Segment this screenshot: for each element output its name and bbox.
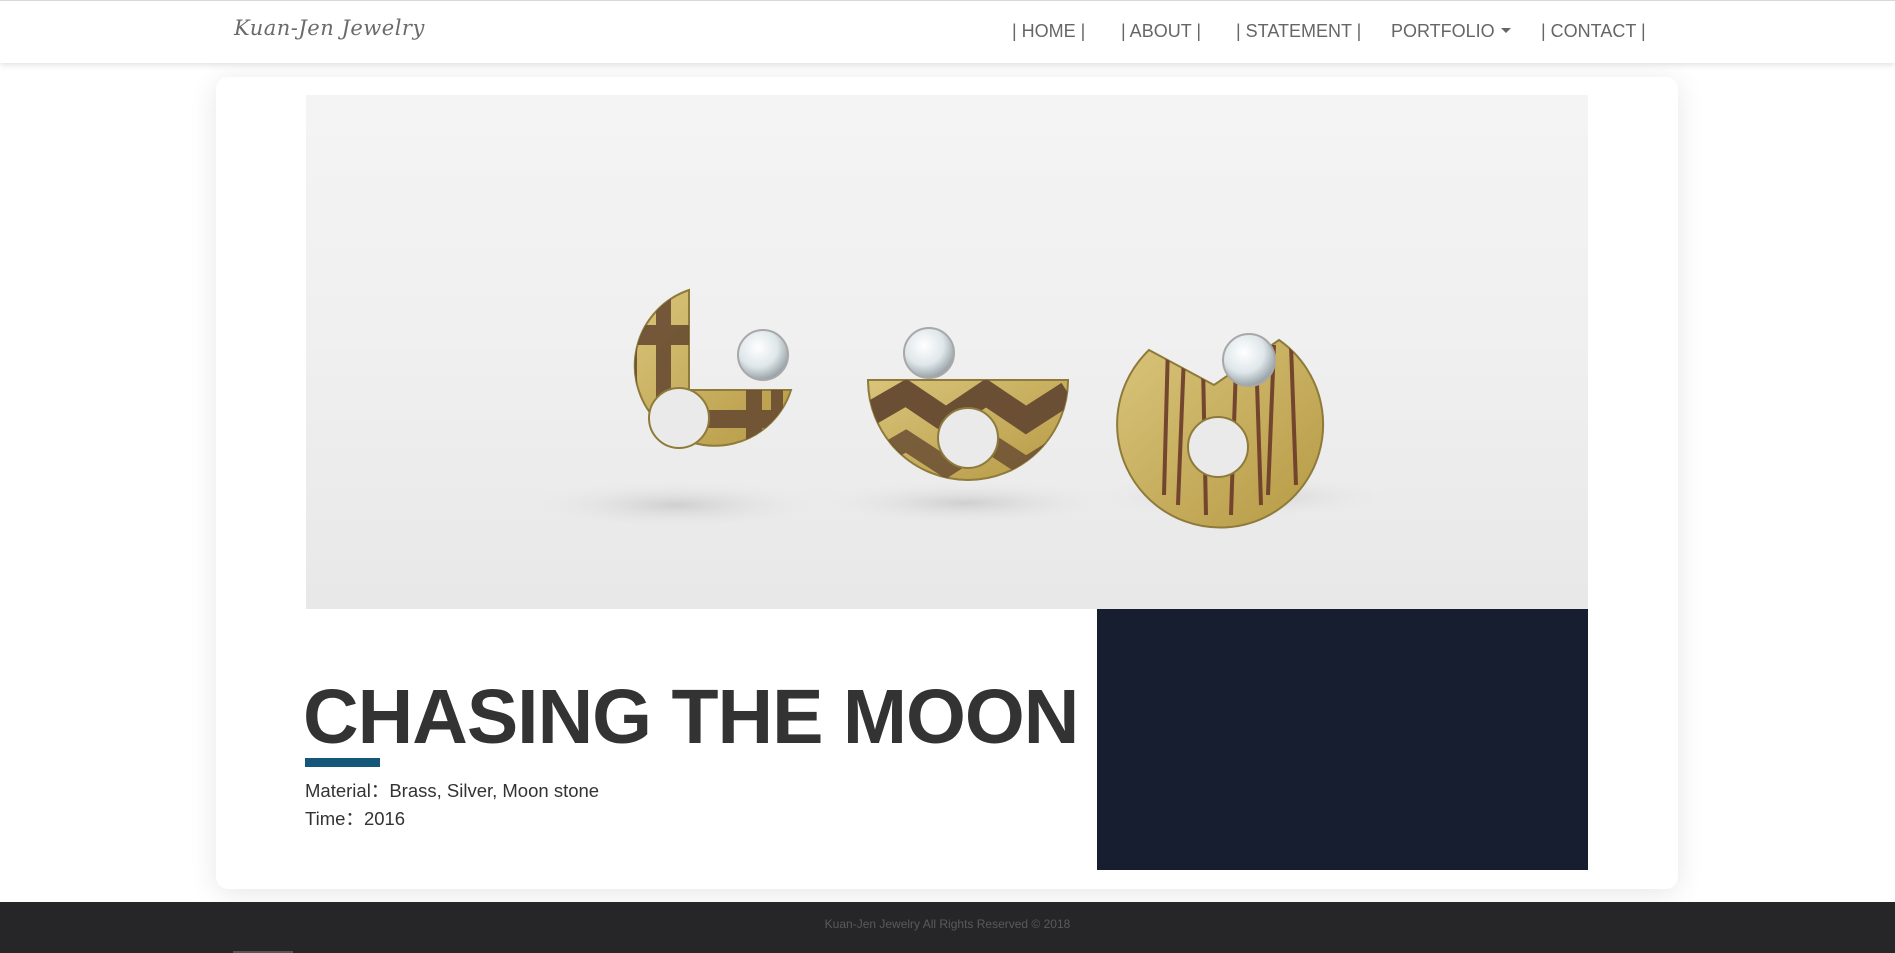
earring-middle <box>866 327 1070 481</box>
time-line: Time：2016 <box>305 805 405 831</box>
earrings-illustration <box>526 288 1391 529</box>
time-label: Time： <box>305 808 364 829</box>
material-value: Brass, Silver, Moon stone <box>389 780 600 801</box>
nav-home[interactable]: | HOME | <box>1012 21 1085 42</box>
artwork-title: CHASING THE MOON <box>303 674 1079 760</box>
nav-about[interactable]: | ABOUT | <box>1121 21 1201 42</box>
caret-down-icon <box>1500 27 1511 33</box>
footer-copyright: Kuan-Jen Jewelry All Rights Reserved © 2… <box>824 917 1071 931</box>
brand-logo[interactable]: Kuan-Jen Jewelry <box>234 16 425 40</box>
material-line: Material：Brass, Silver, Moon stone <box>305 777 599 803</box>
earring-right <box>1116 333 1325 529</box>
time-value: 2016 <box>363 808 406 829</box>
nav-contact[interactable]: | CONTACT | <box>1541 21 1646 42</box>
nav-statement[interactable]: | STATEMENT | <box>1236 21 1361 42</box>
dark-panel <box>1097 609 1588 870</box>
material-label: Material： <box>305 780 390 801</box>
navbar: Kuan-Jen Jewelry | HOME | | ABOUT | | ST… <box>0 0 1895 63</box>
title-underline <box>305 758 380 767</box>
footer: Kuan-Jen Jewelry All Rights Reserved © 2… <box>0 902 1895 953</box>
earring-left <box>633 288 793 449</box>
nav-portfolio-label: PORTFOLIO <box>1391 21 1495 41</box>
nav-portfolio[interactable]: PORTFOLIO <box>1391 21 1511 42</box>
artwork-photo <box>306 95 1588 609</box>
